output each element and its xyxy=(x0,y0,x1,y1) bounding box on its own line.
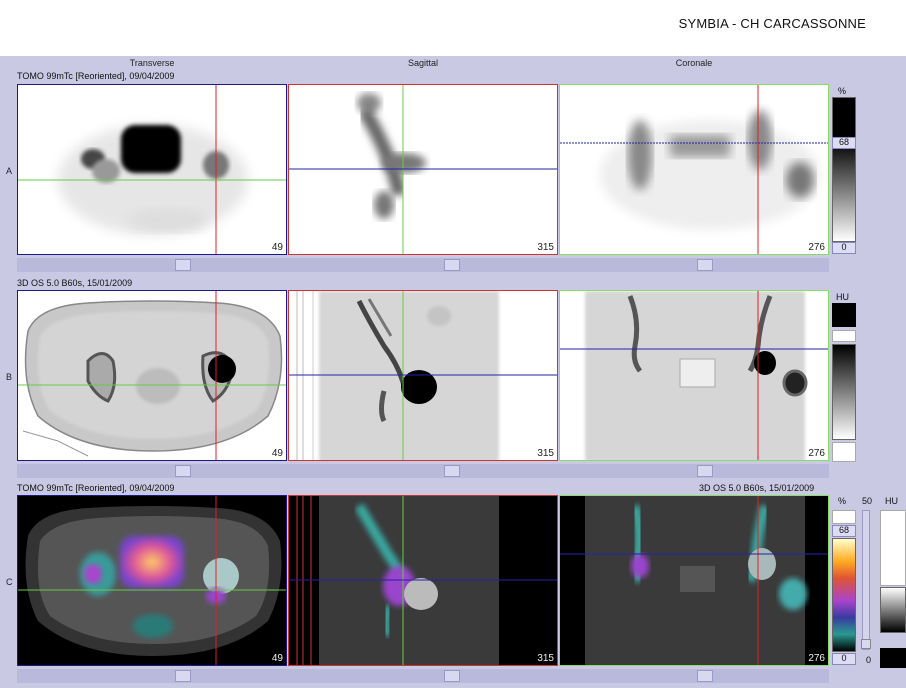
ct-grayscale-colorbar[interactable] xyxy=(880,587,906,633)
slice-number: 315 xyxy=(537,242,554,253)
slice-number: 49 xyxy=(271,242,283,253)
scroll-thumb[interactable] xyxy=(444,259,460,271)
column-title-sagittal: Sagittal xyxy=(407,58,439,68)
site-name: SYMBIA - CH CARCASSONNE xyxy=(678,16,866,31)
ct-colorbar-top xyxy=(880,510,906,586)
column-title-coronale: Coronale xyxy=(675,58,713,68)
column-title-transverse: Transverse xyxy=(129,58,175,68)
scale-unit: % xyxy=(838,86,847,96)
scale-unit: HU xyxy=(836,292,849,302)
row-a-info: TOMO 99mTc [Reoriented], 09/04/2009 xyxy=(17,71,175,81)
slice-number: 276 xyxy=(808,448,825,459)
blend-slider-value: 50 xyxy=(862,496,873,506)
transverse-view-spect[interactable]: 49 xyxy=(17,84,287,255)
scale-max-value[interactable]: 68 xyxy=(832,525,856,537)
scroll-thumb[interactable] xyxy=(444,670,460,682)
sagittal-view-ct[interactable]: 315 xyxy=(288,290,558,461)
coronale-view-ct[interactable]: 276 xyxy=(559,290,829,461)
row-label-b: B xyxy=(6,372,13,382)
scroll-thumb[interactable] xyxy=(175,670,191,682)
scroll-thumb[interactable] xyxy=(697,670,713,682)
scale-min-value[interactable]: 0 xyxy=(832,653,856,665)
window-level-handle[interactable] xyxy=(832,330,856,342)
blend-slider-thumb[interactable] xyxy=(861,639,871,649)
colorbar-top xyxy=(832,510,856,524)
row-label-a: A xyxy=(6,166,13,176)
hot-metal-colorbar[interactable] xyxy=(832,538,856,652)
app-header: SYMBIA - CH CARCASSONNE xyxy=(0,0,906,56)
row-b-info: 3D OS 5.0 B60s, 15/01/2009 xyxy=(17,278,133,288)
slice-number: 315 xyxy=(537,653,554,664)
slice-number: 49 xyxy=(271,653,283,664)
transverse-view-ct[interactable]: 49 xyxy=(17,290,287,461)
ct-colorbar-bottom xyxy=(880,648,906,668)
coronale-view-spect[interactable]: 276 xyxy=(559,84,829,255)
colorbar-top xyxy=(832,303,856,327)
scroll-thumb[interactable] xyxy=(175,465,191,477)
scroll-thumb[interactable] xyxy=(697,465,713,477)
row-c-info-right: 3D OS 5.0 B60s, 15/01/2009 xyxy=(699,483,815,493)
coronale-view-fusion[interactable]: 276 xyxy=(559,495,829,666)
slice-number: 49 xyxy=(271,448,283,459)
transverse-view-fusion[interactable]: 49 xyxy=(17,495,287,666)
scroll-thumb[interactable] xyxy=(444,465,460,477)
grayscale-colorbar[interactable] xyxy=(832,97,856,242)
blend-slider[interactable] xyxy=(861,510,871,650)
blend-slider-min: 0 xyxy=(866,655,872,665)
slice-number: 276 xyxy=(808,242,825,253)
scale-min-value[interactable]: 0 xyxy=(832,242,856,254)
scale-max-value[interactable]: 68 xyxy=(832,137,856,149)
slice-number: 276 xyxy=(808,653,825,664)
scale-unit-ct: HU xyxy=(885,496,898,506)
row-c-scrollbar[interactable] xyxy=(17,669,829,683)
sagittal-view-spect[interactable]: 315 xyxy=(288,84,558,255)
row-label-c: C xyxy=(6,577,13,587)
sagittal-view-fusion[interactable]: 315 xyxy=(288,495,558,666)
window-level-handle[interactable] xyxy=(832,442,856,462)
row-c-info-left: TOMO 99mTc [Reoriented], 09/04/2009 xyxy=(17,483,175,493)
scroll-thumb[interactable] xyxy=(697,259,713,271)
scale-unit: % xyxy=(838,496,847,506)
row-a-scrollbar[interactable] xyxy=(17,258,829,272)
grayscale-colorbar[interactable] xyxy=(832,344,856,440)
scroll-thumb[interactable] xyxy=(175,259,191,271)
row-b-scrollbar[interactable] xyxy=(17,464,829,478)
slice-number: 315 xyxy=(537,448,554,459)
